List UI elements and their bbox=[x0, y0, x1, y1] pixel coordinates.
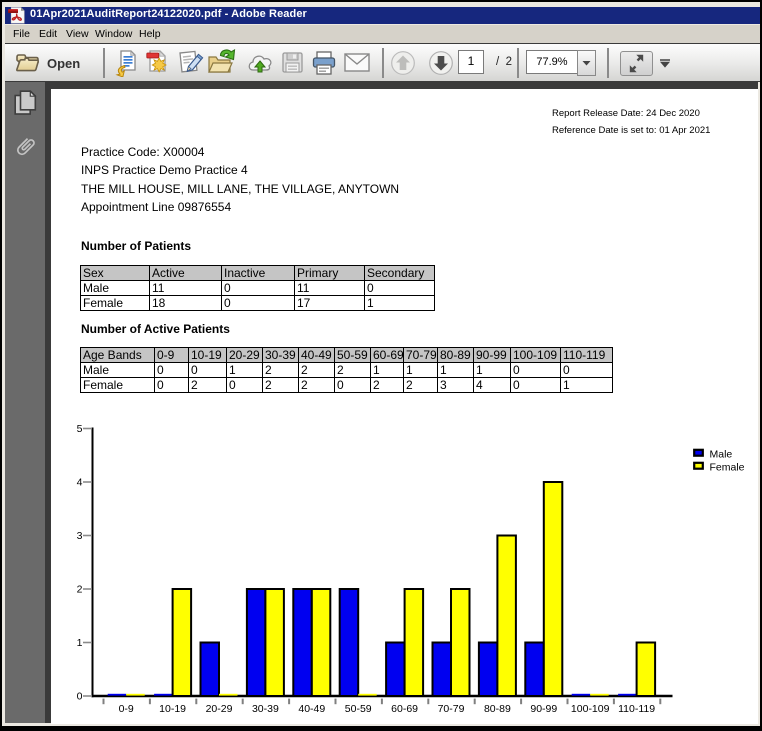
svg-text:Female: Female bbox=[710, 462, 745, 474]
svg-text:100-109: 100-109 bbox=[571, 703, 610, 715]
svg-text:1: 1 bbox=[77, 637, 83, 649]
svg-text:Male: Male bbox=[710, 449, 733, 461]
svg-text:10-19: 10-19 bbox=[159, 703, 186, 715]
svg-text:90-99: 90-99 bbox=[530, 703, 557, 715]
svg-text:5: 5 bbox=[77, 423, 83, 435]
svg-text:2: 2 bbox=[77, 584, 83, 596]
svg-text:20-29: 20-29 bbox=[206, 703, 233, 715]
svg-text:70-79: 70-79 bbox=[438, 703, 465, 715]
svg-text:40-49: 40-49 bbox=[298, 703, 325, 715]
svg-text:3: 3 bbox=[77, 530, 83, 542]
svg-text:30-39: 30-39 bbox=[252, 703, 279, 715]
svg-text:60-69: 60-69 bbox=[391, 703, 418, 715]
svg-text:0-9: 0-9 bbox=[119, 703, 134, 715]
svg-text:0: 0 bbox=[77, 691, 83, 703]
svg-text:110-119: 110-119 bbox=[618, 703, 655, 715]
svg-text:50-59: 50-59 bbox=[345, 703, 372, 715]
svg-text:4: 4 bbox=[77, 477, 83, 489]
svg-text:80-89: 80-89 bbox=[484, 703, 511, 715]
